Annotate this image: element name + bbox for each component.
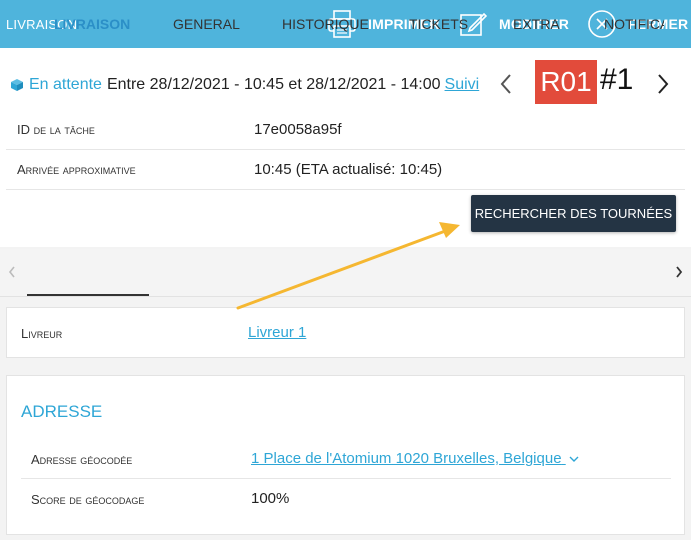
tracking-link[interactable]: Suivi xyxy=(445,76,480,94)
tabs-scroll-left-icon[interactable] xyxy=(6,262,18,282)
driver-link[interactable]: Livreur 1 xyxy=(248,324,306,341)
task-id-value: 17e0058a95f xyxy=(254,121,342,138)
geocoded-address-row: Adresse géocodée 1 Place de l'Atomium 10… xyxy=(21,439,671,479)
task-status-line: En attente Entre 28/12/2021 - 10:45 et 2… xyxy=(10,76,479,94)
geocode-score-label: Score de géocodage xyxy=(31,492,145,507)
time-window: Entre 28/12/2021 - 10:45 et 28/12/2021 -… xyxy=(106,76,441,93)
next-task-icon[interactable] xyxy=(653,70,673,98)
package-icon xyxy=(10,78,24,92)
tab-historique[interactable]: HISTORIQUE xyxy=(282,0,369,48)
tab-extra[interactable]: EXTRA xyxy=(513,0,560,48)
search-routes-button[interactable]: RECHERCHER DES TOURNÉES xyxy=(471,195,676,232)
route-badge: R01 xyxy=(535,60,597,104)
status-badge: En attente xyxy=(29,76,102,93)
driver-card: Livreur Livreur 1 xyxy=(6,307,685,358)
tab-bar xyxy=(0,249,691,297)
geocoded-address-label: Adresse géocodée xyxy=(31,452,133,467)
tab-livraison[interactable]: LIVRAISON xyxy=(54,0,130,48)
eta-value: 10:45 (ETA actualisé: 10:45) xyxy=(254,161,443,178)
previous-task-icon[interactable] xyxy=(496,70,516,98)
address-card: ADRESSE Adresse géocodée 1 Place de l'At… xyxy=(6,375,685,535)
geocode-score-value: 100% xyxy=(251,490,290,507)
geocode-score-row: Score de géocodage 100% xyxy=(21,479,671,519)
geocoded-address-link[interactable]: 1 Place de l'Atomium 1020 Bruxelles, Bel… xyxy=(251,450,580,468)
eta-row: Arrivée approximative 10:45 (ETA actuali… xyxy=(6,150,685,190)
task-id-row: ID de la tâche 17e0058a95f xyxy=(6,110,685,150)
eta-label: Arrivée approximative xyxy=(17,162,136,177)
chevron-down-icon xyxy=(568,451,580,468)
tabs-scroll-right-icon[interactable] xyxy=(673,262,685,282)
tab-general[interactable]: GENERAL xyxy=(173,0,240,48)
address-heading: ADRESSE xyxy=(21,402,103,421)
task-id-label: ID de la tâche xyxy=(17,122,95,137)
route-number: #1 xyxy=(600,63,634,96)
active-tab-indicator xyxy=(27,294,149,296)
tab-notifications[interactable]: NOTIFICA xyxy=(604,0,664,48)
geocoded-address-value: 1 Place de l'Atomium 1020 Bruxelles, Bel… xyxy=(251,450,562,467)
tab-tickets[interactable]: TICKETS xyxy=(409,0,468,48)
driver-label: Livreur xyxy=(21,326,63,341)
